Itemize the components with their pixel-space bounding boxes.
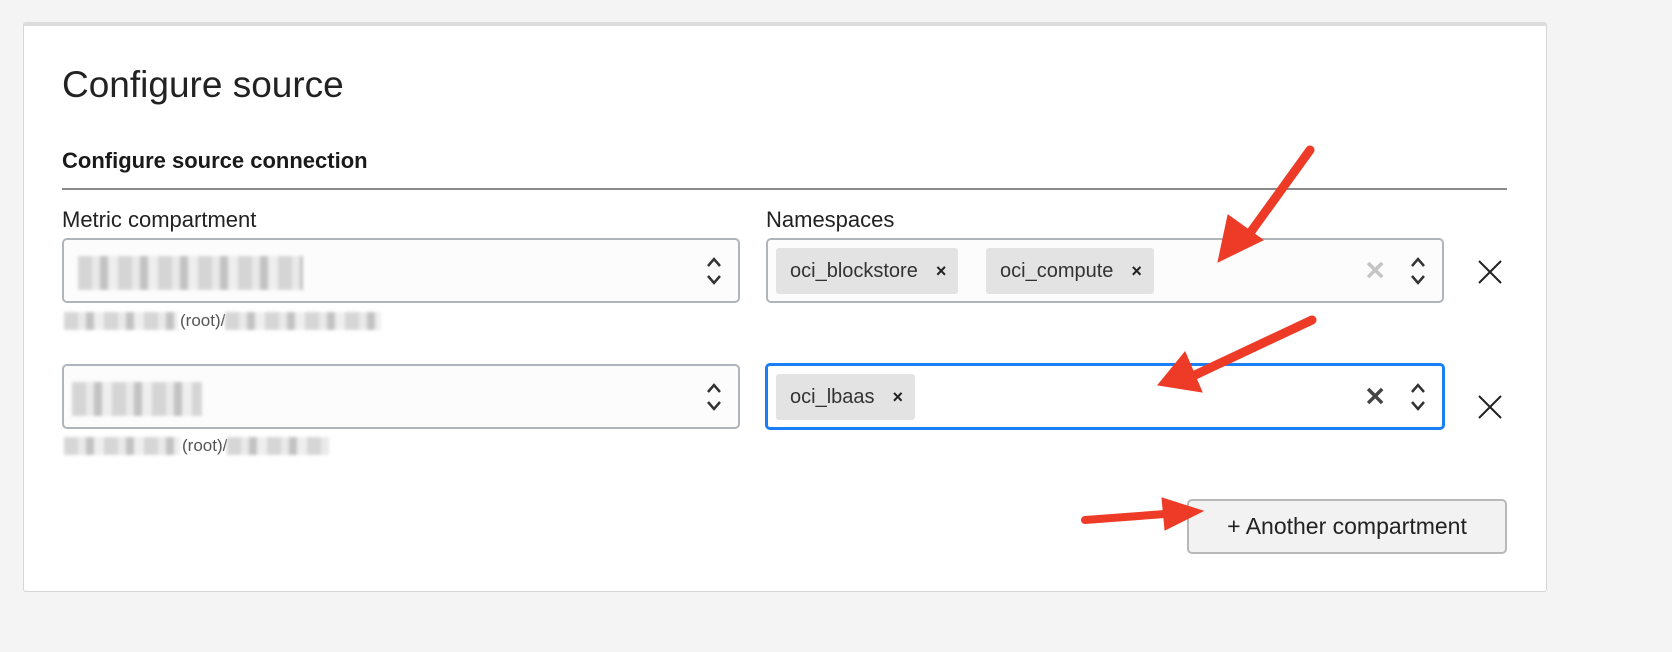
arrow-head-icon bbox=[1161, 497, 1205, 531]
arrow-icon bbox=[1190, 315, 1317, 380]
arrow-icon bbox=[1240, 145, 1315, 245]
arrow-icon bbox=[1081, 510, 1169, 524]
annotation-arrows bbox=[1081, 145, 1317, 531]
